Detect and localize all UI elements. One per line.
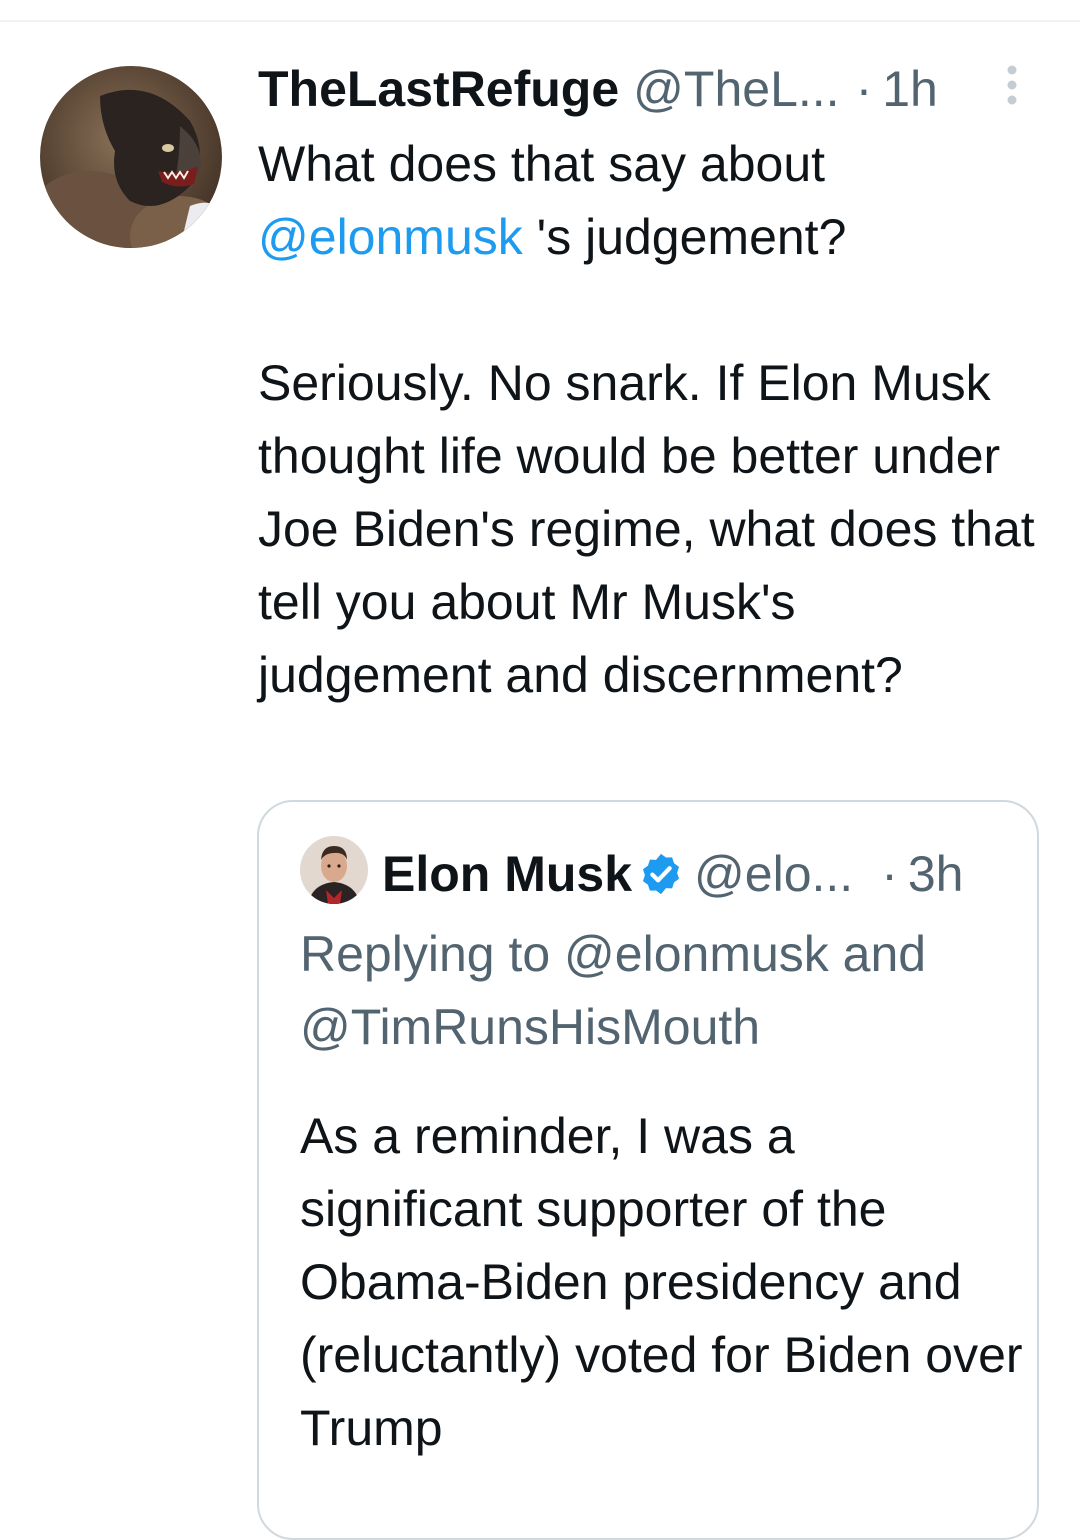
quoted-tweet-timestamp[interactable]: 3h — [908, 845, 964, 903]
author-handle[interactable]: @TheL... — [633, 60, 839, 118]
tweet-header: TheLastRefuge @TheL... · 1h — [258, 56, 1028, 122]
tweet-text-after-mention: 's judgement? — [522, 209, 847, 265]
tweet-text-paragraph2: Seriously. No snark. If Elon Musk though… — [258, 355, 1035, 703]
header-separator: · — [855, 61, 873, 117]
author-display-name[interactable]: TheLastRefuge — [258, 60, 619, 118]
quoted-author-display-name[interactable]: Elon Musk — [382, 845, 632, 903]
tweet-timestamp[interactable]: 1h — [882, 60, 938, 118]
quoted-header-separator: · — [881, 846, 898, 902]
verified-badge-icon — [638, 851, 684, 897]
tweet-text-line2: @elonmusk 's judgement? — [258, 201, 1038, 274]
top-divider — [0, 20, 1080, 22]
quoted-author-handle[interactable]: @elo... — [694, 845, 853, 903]
quoted-author-avatar[interactable] — [300, 836, 368, 904]
tweet-text: What does that say about @elonmusk 's ju… — [258, 128, 1038, 712]
replying-to-text: Replying to @elonmusk and @TimRunsHisMou… — [300, 926, 927, 1055]
mention-link[interactable]: @elonmusk — [258, 209, 523, 265]
more-vertical-icon[interactable] — [1000, 62, 1024, 108]
author-avatar[interactable] — [40, 66, 222, 248]
quoted-tweet-header: Elon Musk @elo... · 3h — [382, 842, 1032, 906]
quoted-tweet-body: As a reminder, I was a significant suppo… — [300, 1108, 1023, 1456]
quoted-tweet-text: As a reminder, I was a significant suppo… — [300, 1100, 1030, 1465]
tweet-text-line1: What does that say about — [258, 136, 826, 192]
